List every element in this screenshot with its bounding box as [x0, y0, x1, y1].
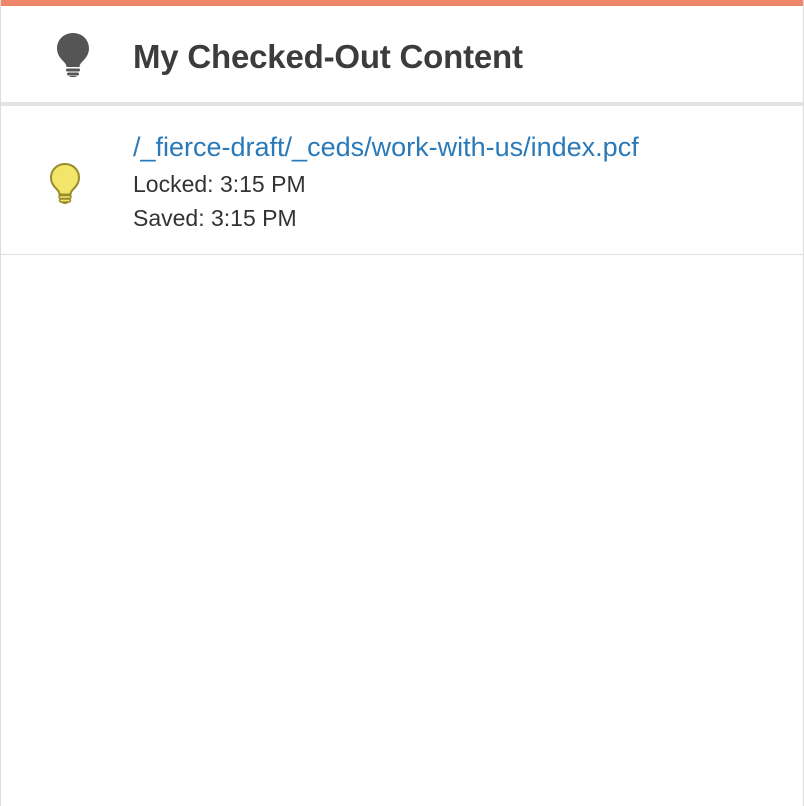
panel-header: My Checked-Out Content — [1, 6, 803, 106]
list-item: /_fierce-draft/_ceds/work-with-us/index.… — [1, 106, 803, 255]
saved-time: Saved: 3:15 PM — [133, 205, 297, 231]
checked-out-list: /_fierce-draft/_ceds/work-with-us/index.… — [1, 106, 803, 255]
panel-title: My Checked-Out Content — [133, 38, 523, 75]
locked-time: Locked: 3:15 PM — [133, 171, 306, 197]
lightbulb-lit-icon — [49, 162, 81, 206]
checked-out-content-panel: My Checked-Out Content /_fierce-draft/_c… — [0, 0, 804, 806]
lightbulb-icon — [56, 32, 90, 78]
content-path-link[interactable]: /_fierce-draft/_ceds/work-with-us/index.… — [133, 130, 639, 164]
